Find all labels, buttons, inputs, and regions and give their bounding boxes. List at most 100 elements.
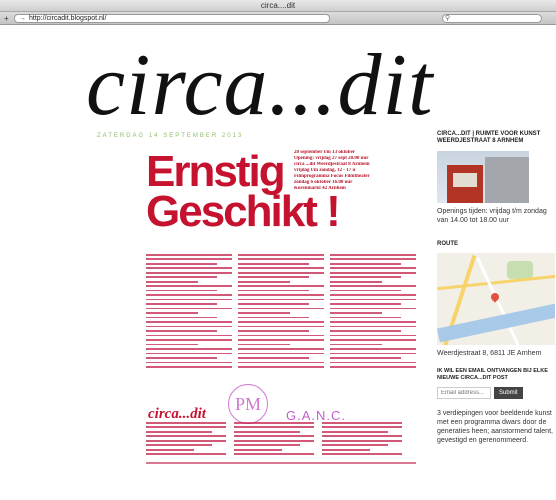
poster-text-line: [330, 339, 416, 341]
poster-text-line: [146, 280, 198, 283]
poster-text-line: [238, 316, 309, 319]
poster-text-line: [330, 312, 382, 314]
poster-text-line: [146, 316, 217, 319]
poster-column: [146, 422, 226, 458]
poster-text-line: [234, 439, 314, 442]
browser-toolbar: + → http://circadit.blogspot.nl/ ⚲: [0, 12, 556, 25]
poster-text-line: [322, 435, 402, 438]
poster-text-line: [146, 262, 217, 265]
poster-text-line: [146, 439, 226, 442]
poster-text-line: [238, 357, 309, 359]
poster-text-line: [146, 343, 198, 346]
poster-text-line: [238, 298, 324, 301]
address-text: Weerdjestraat 8, 6811 JE Arnhem: [437, 350, 542, 357]
email-field[interactable]: [437, 387, 491, 399]
poster-text-line: [238, 280, 290, 283]
poster-text-line: [238, 339, 324, 341]
poster-text-line: [238, 352, 324, 355]
poster-column: [330, 254, 416, 372]
address-bar[interactable]: → http://circadit.blogspot.nl/: [14, 14, 330, 23]
poster-text-line: [146, 357, 217, 359]
poster-text-line: [330, 298, 416, 301]
poster-text-line: [146, 426, 226, 429]
poster-headline-1: Ernstig: [146, 147, 286, 196]
poster-text-line: [238, 334, 324, 337]
poster-text-line: [146, 258, 232, 261]
poster-text-line: [330, 343, 382, 346]
poster-text-line: [330, 280, 382, 283]
opening-hours: Openings tijden: vrijdag t/m zondag van …: [437, 208, 547, 224]
poster-text-line: [238, 267, 324, 270]
poster-text-line: [146, 294, 232, 296]
poster-text-line: [238, 276, 309, 279]
poster-text-line: [330, 258, 416, 261]
poster-text-line: [330, 321, 416, 323]
submit-button[interactable]: Submit: [494, 387, 523, 399]
poster-text-line: [322, 426, 402, 429]
sidebar-title: CIRCA...DIT | RUIMTE VOOR KUNST WEERDJES…: [437, 131, 541, 144]
poster-text-line: [146, 448, 194, 451]
poster-headline-2: Geschikt !: [146, 187, 341, 236]
browser-search-field[interactable]: ⚲: [442, 14, 542, 23]
address-url: http://circadit.blogspot.nl/: [29, 15, 107, 22]
poster-text-line: [146, 339, 232, 341]
poster-text-line: [146, 254, 232, 256]
poster-text-line: [330, 294, 416, 296]
poster-logo-circa: circa...dit: [148, 406, 206, 422]
post-poster-image[interactable]: Ernstig Geschikt ! 28 september t/m 13 o…: [146, 150, 416, 472]
poster-text-line: [146, 352, 232, 355]
new-tab-button[interactable]: +: [4, 14, 9, 23]
poster-text-line: [238, 285, 324, 287]
poster-column: [238, 254, 324, 372]
poster-column: [322, 422, 402, 458]
poster-info: 28 september t/m 13 oktober Opening: vri…: [294, 150, 416, 192]
poster-info-line: Korenmarkt 42 Arnhem: [294, 186, 346, 191]
subscribe-form: Submit: [437, 387, 556, 399]
poster-text-line: [146, 422, 226, 424]
poster-text-line: [146, 330, 217, 332]
poster-text-line: [234, 422, 314, 424]
sidebar-description: 3 verdiepingen voor beeldende kunst met …: [437, 410, 553, 444]
building-window: [453, 173, 477, 187]
poster-text-line: [146, 361, 232, 364]
poster-text-line: [238, 294, 324, 296]
poster-text-line: [238, 330, 309, 332]
search-icon: ⚲: [445, 15, 451, 22]
poster-text-line: [238, 262, 309, 265]
blog-title[interactable]: circa...dit: [86, 42, 433, 130]
poster-text-line: [234, 444, 300, 447]
poster-text-line: [146, 366, 232, 368]
poster-text-line: [330, 330, 401, 332]
poster-text-line: [322, 444, 388, 447]
arrow-icon: →: [19, 15, 26, 22]
poster-text-line: [238, 312, 290, 314]
poster-lower-text: [146, 422, 416, 458]
poster-text-line: [330, 325, 416, 328]
poster-text-line: [146, 444, 212, 447]
poster-text-line: [238, 325, 324, 328]
poster-text-line: [330, 307, 416, 310]
poster-text-line: [322, 453, 402, 455]
map-road: [437, 274, 555, 291]
poster-text-line: [238, 348, 324, 350]
poster-text-line: [330, 276, 401, 279]
poster-text-line: [330, 267, 416, 270]
poster-text-line: [330, 289, 401, 292]
poster-text-line: [234, 426, 314, 429]
poster-text-line: [238, 343, 290, 346]
poster-text-line: [330, 285, 416, 287]
poster-text-line: [330, 316, 401, 319]
poster-text-line: [234, 448, 282, 451]
window-title: circa....dit: [260, 1, 296, 10]
poster-text-line: [330, 303, 401, 305]
route-map[interactable]: [437, 253, 555, 345]
poster-text-line: [238, 271, 324, 274]
poster-text-line: [322, 422, 402, 424]
poster-text-line: [238, 289, 309, 292]
poster-text-line: [146, 453, 226, 455]
poster-footer-line: [146, 462, 416, 464]
poster-text-line: [146, 435, 226, 438]
poster-text-line: [146, 321, 232, 323]
poster-text-line: [146, 430, 212, 433]
building-photo[interactable]: [437, 151, 529, 203]
